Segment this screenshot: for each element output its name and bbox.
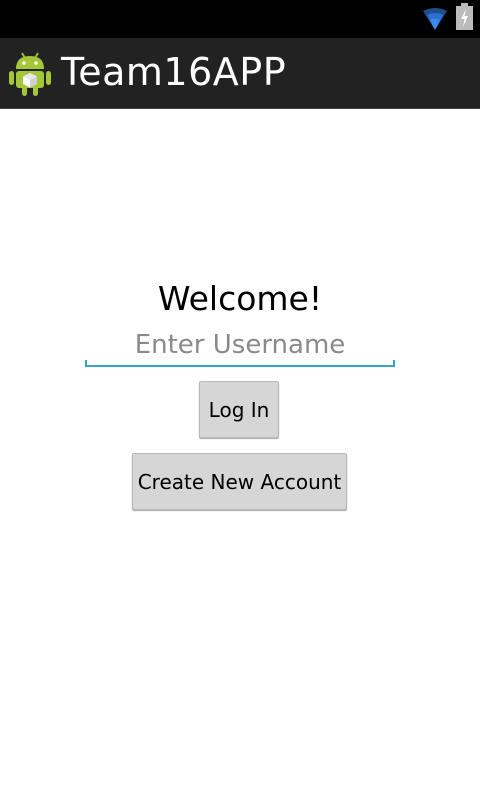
username-field-container bbox=[85, 326, 395, 368]
username-input-underline bbox=[85, 360, 395, 367]
wifi-icon bbox=[423, 8, 447, 30]
app-title: Team16APP bbox=[61, 50, 287, 94]
create-new-account-button[interactable]: Create New Account bbox=[132, 453, 347, 510]
username-input[interactable] bbox=[85, 326, 395, 364]
welcome-heading: Welcome! bbox=[157, 279, 323, 318]
action-bar: Team16APP bbox=[0, 38, 480, 109]
status-bar bbox=[0, 0, 480, 38]
battery-charging-icon bbox=[456, 3, 473, 30]
log-in-button[interactable]: Log In bbox=[199, 381, 279, 438]
android-app-icon[interactable] bbox=[9, 49, 51, 97]
